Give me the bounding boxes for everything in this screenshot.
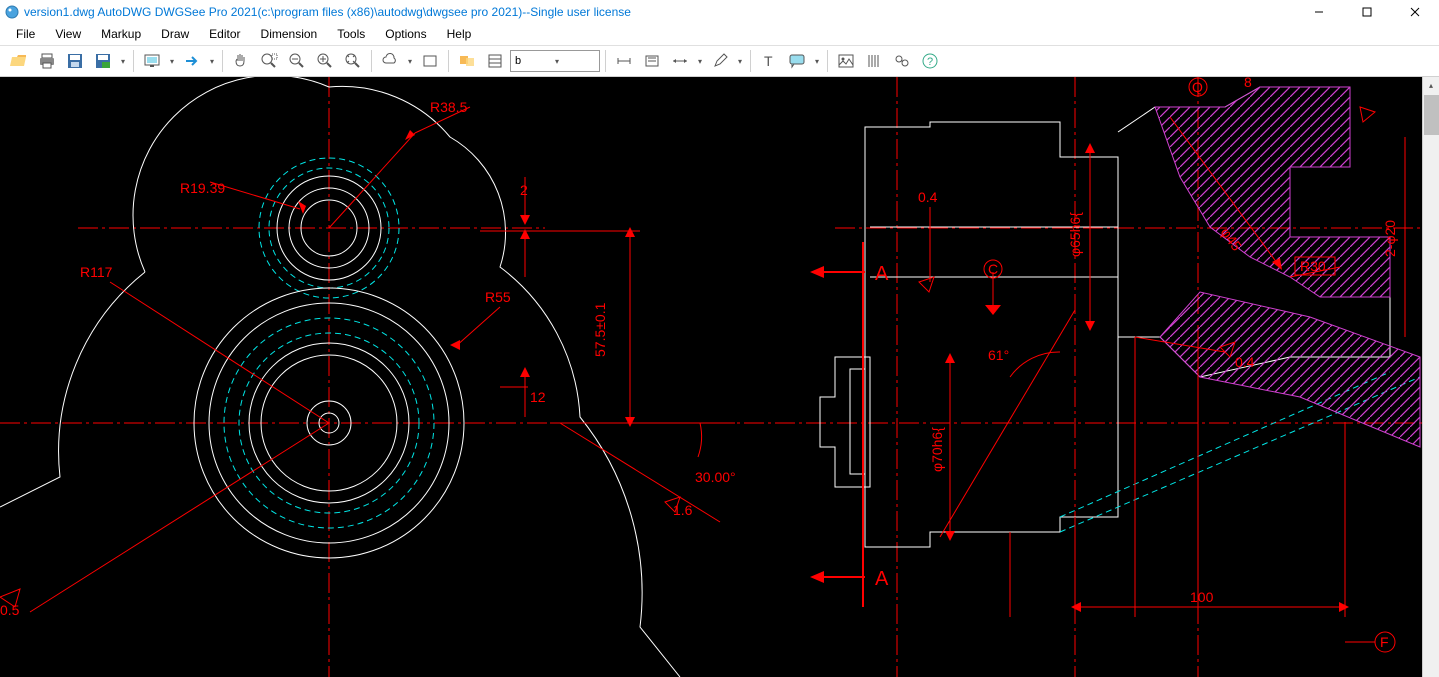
help-button[interactable]: ?: [917, 48, 943, 74]
zoom-window-button[interactable]: [256, 48, 282, 74]
label-dim04: 0.4: [918, 189, 938, 205]
window-title: version1.dwg AutoDWG DWGSee Pro 2021(c:\…: [24, 5, 1307, 19]
save-image-button[interactable]: [90, 48, 116, 74]
window-controls: [1307, 2, 1435, 22]
label-dim575: 57.5±0.1: [592, 302, 608, 357]
toolbar-separator: [448, 50, 449, 72]
menu-tools[interactable]: Tools: [327, 25, 375, 43]
menu-editor[interactable]: Editor: [199, 25, 250, 43]
save-dropdown[interactable]: ▾: [118, 48, 128, 74]
label-refC: C: [988, 261, 998, 277]
label-left16: 1.6: [673, 502, 693, 518]
label-section-a2: A: [875, 568, 889, 590]
maximize-button[interactable]: [1355, 2, 1379, 22]
titlebar: version1.dwg AutoDWG DWGSee Pro 2021(c:\…: [0, 0, 1439, 23]
dimension-dropdown[interactable]: ▾: [695, 48, 705, 74]
toolbar-separator: [222, 50, 223, 72]
layer-manager-button[interactable]: [482, 48, 508, 74]
scroll-thumb[interactable]: [1424, 95, 1439, 135]
menu-draw[interactable]: Draw: [151, 25, 199, 43]
print-button[interactable]: [34, 48, 60, 74]
cloud-button[interactable]: [377, 48, 403, 74]
layer-combo[interactable]: b ▾: [510, 50, 600, 72]
label-dim100: 100: [1190, 589, 1214, 605]
label-refF: F: [1380, 634, 1389, 650]
label-refQ: Q: [1192, 79, 1203, 95]
pan-button[interactable]: [228, 48, 254, 74]
menubar: File View Markup Draw Editor Dimension T…: [0, 23, 1439, 45]
menu-options[interactable]: Options: [375, 25, 436, 43]
label-r30: R30: [1300, 258, 1326, 274]
zoom-out-button[interactable]: [284, 48, 310, 74]
scroll-up-button[interactable]: ▴: [1423, 77, 1439, 94]
save-button[interactable]: [62, 48, 88, 74]
toolbar: ▾ ▾ ▾ ▾ b ▾ ▾ ▾ T ▾ ?: [0, 45, 1439, 77]
label-mark8: 8: [1244, 77, 1252, 90]
label-r385: R38.5: [430, 99, 468, 115]
svg-text:?: ?: [927, 56, 933, 68]
measure-dist-button[interactable]: [611, 48, 637, 74]
image-button[interactable]: [833, 48, 859, 74]
svg-text:T: T: [764, 53, 773, 69]
label-dim12: 12: [530, 389, 546, 405]
find-button[interactable]: [889, 48, 915, 74]
dimension-button[interactable]: [667, 48, 693, 74]
label-dim2: 2: [520, 182, 528, 198]
text-button[interactable]: T: [756, 48, 782, 74]
toolbar-separator: [133, 50, 134, 72]
zoom-in-button[interactable]: [312, 48, 338, 74]
label-ang61: 61°: [988, 347, 1009, 363]
menu-view[interactable]: View: [45, 25, 91, 43]
layer-toggle-button[interactable]: [454, 48, 480, 74]
menu-file[interactable]: File: [6, 25, 45, 43]
comment-button[interactable]: [784, 48, 810, 74]
minimize-button[interactable]: [1307, 2, 1331, 22]
comment-dropdown[interactable]: ▾: [812, 48, 822, 74]
layer-combo-value: b: [515, 55, 555, 67]
vertical-scrollbar[interactable]: ▴: [1422, 77, 1439, 677]
label-ang30: 30.00°: [695, 469, 736, 485]
arrow-dropdown[interactable]: ▾: [207, 48, 217, 74]
label-r55: R55: [485, 289, 511, 305]
label-r1939: R19.39: [180, 180, 225, 196]
app-icon: [4, 4, 20, 20]
measure-area-button[interactable]: [639, 48, 665, 74]
toolbar-separator: [827, 50, 828, 72]
label-section-a1: A: [875, 263, 889, 285]
label-dia65: φ65h6{: [1067, 212, 1083, 257]
menu-markup[interactable]: Markup: [91, 25, 151, 43]
arrow-right-button[interactable]: [179, 48, 205, 74]
menu-dimension[interactable]: Dimension: [251, 25, 328, 43]
label-left05: 0.5: [0, 602, 20, 618]
cloud-dropdown[interactable]: ▾: [405, 48, 415, 74]
monitor-button[interactable]: [139, 48, 165, 74]
close-button[interactable]: [1403, 2, 1427, 22]
brush-dropdown[interactable]: ▾: [735, 48, 745, 74]
count-button[interactable]: [861, 48, 887, 74]
rect-button[interactable]: [417, 48, 443, 74]
label-dia70: φ70h6{: [929, 427, 945, 472]
toolbar-separator: [371, 50, 372, 72]
zoom-extents-button[interactable]: [340, 48, 366, 74]
toolbar-separator: [750, 50, 751, 72]
brush-button[interactable]: [707, 48, 733, 74]
drawing-canvas[interactable]: R38.5 R19.39 R117 R55 2 12 57.5±0.1 30.0…: [0, 77, 1439, 677]
chevron-down-icon: ▾: [555, 57, 595, 66]
label-dim04b: 0.4: [1235, 354, 1255, 370]
menu-help[interactable]: Help: [437, 25, 482, 43]
label-r117: R117: [80, 264, 113, 280]
label-dia20: 2-φ20: [1382, 220, 1398, 257]
toolbar-separator: [605, 50, 606, 72]
open-button[interactable]: [6, 48, 32, 74]
monitor-dropdown[interactable]: ▾: [167, 48, 177, 74]
